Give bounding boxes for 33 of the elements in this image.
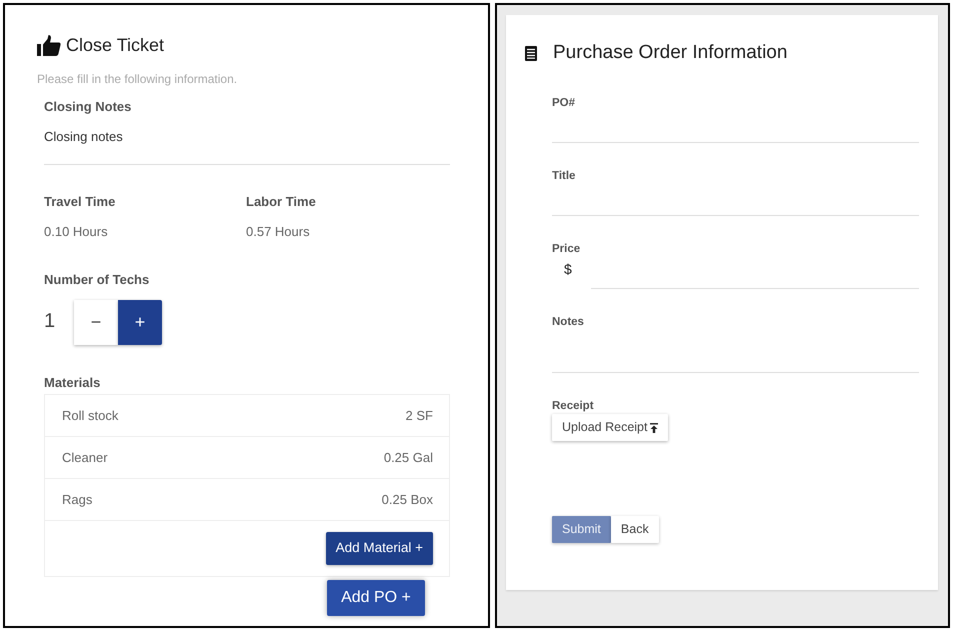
panel-subtitle: Please fill in the following information. (37, 71, 238, 87)
upload-button[interactable]: Upload Receipt (552, 414, 668, 441)
add-po-button[interactable]: Add PO + (327, 580, 425, 616)
material-name: Cleaner (62, 448, 108, 467)
field-label: Notes (552, 315, 585, 329)
field-label: Title (552, 169, 576, 183)
material-name: Roll stock (62, 406, 118, 425)
material-quantity: 0.25 Box (382, 490, 433, 509)
field-value: 0.10 Hours (44, 223, 109, 241)
panel-title: Close Ticket (66, 34, 164, 56)
currency-symbol: $ (563, 260, 573, 278)
field-value: 0.57 Hours (246, 223, 311, 241)
field-label: Travel Time (44, 193, 116, 211)
upload-icon (650, 422, 658, 432)
material-name: Rags (62, 490, 92, 509)
increment-button[interactable]: + (118, 300, 162, 345)
add-material-button[interactable]: Add Material + (326, 532, 433, 565)
thumbs-up-icon (37, 34, 61, 56)
panel-title: Purchase Order Information (553, 41, 788, 65)
field-label: Closing Notes (44, 98, 132, 116)
field-label: Materials (44, 374, 102, 392)
field-label: Labor Time (246, 193, 317, 211)
back-button[interactable]: Back (610, 516, 659, 543)
field-label: Price (552, 242, 582, 256)
tech-count: 1 (44, 308, 56, 332)
notes-field[interactable]: Closing notes (44, 121, 450, 165)
material-quantity: 0.25 Gal (384, 448, 433, 467)
material-quantity: 2 SF (406, 406, 433, 425)
field-label: Number of Techs (44, 271, 150, 289)
field-label: PO# (552, 96, 576, 110)
field-label: Receipt (552, 399, 595, 413)
decrement-button[interactable]: − (74, 300, 118, 345)
list-icon (525, 46, 537, 60)
